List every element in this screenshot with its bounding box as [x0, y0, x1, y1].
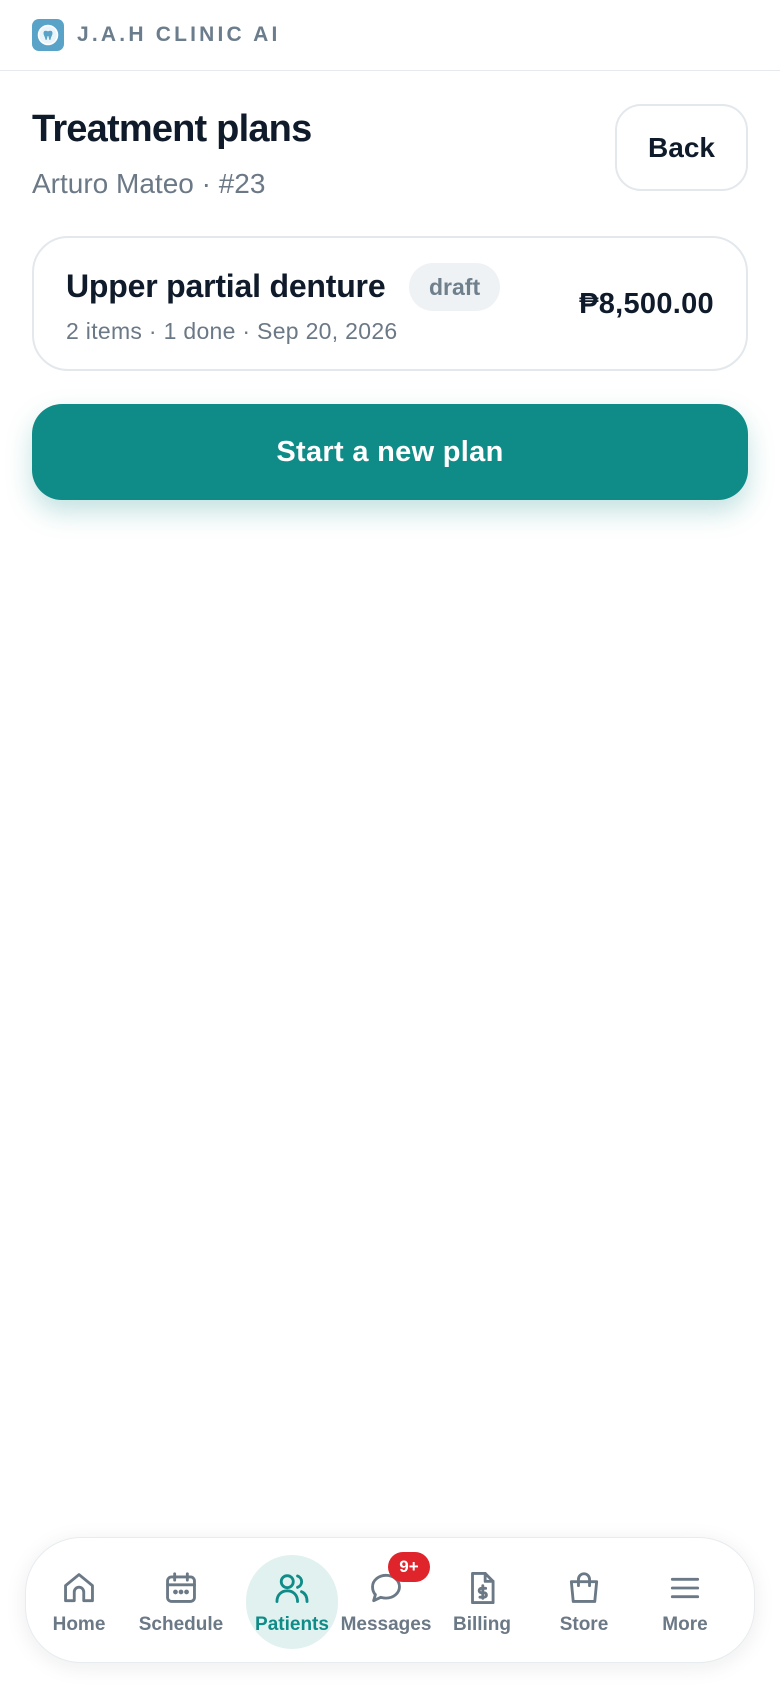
page-title: Treatment plans: [32, 108, 312, 150]
top-bar: J.A.H CLINIC AI: [0, 0, 780, 71]
app-root: J.A.H CLINIC AI Treatment plans Arturo M…: [0, 0, 780, 1688]
bottom-nav: Home Schedule Patients Messages 9+ Billi…: [25, 1537, 755, 1663]
nav-item-store[interactable]: Store: [538, 1555, 630, 1649]
home-icon: [64, 1573, 94, 1603]
users-icon: [275, 1574, 309, 1603]
nav-item-messages[interactable]: Messages 9+: [340, 1552, 432, 1649]
nav-label-messages: Messages: [340, 1614, 432, 1635]
unread-count-badge: 9+: [388, 1552, 430, 1582]
plan-meta: 2 items · 1 done · Sep 20, 2026: [66, 318, 398, 344]
tooth-logo-icon: [32, 19, 64, 51]
nav-label-patients: Patients: [255, 1614, 329, 1635]
nav-item-home[interactable]: Home: [33, 1555, 125, 1649]
plan-status-badge: draft: [409, 263, 501, 311]
brand-name: J.A.H CLINIC AI: [77, 23, 281, 46]
nav-item-billing[interactable]: Billing: [436, 1555, 528, 1649]
nav-item-schedule[interactable]: Schedule: [135, 1555, 227, 1649]
nav-item-more[interactable]: More: [639, 1555, 731, 1649]
back-button[interactable]: Back: [615, 104, 748, 191]
treatment-plan-card[interactable]: Upper partial denture draft 2 items · 1 …: [32, 236, 748, 371]
nav-label-store: Store: [559, 1614, 609, 1635]
start-new-plan-button[interactable]: Start a new plan: [32, 404, 748, 500]
plan-total: ₱8,500.00: [579, 288, 714, 320]
invoice-icon: [471, 1572, 495, 1604]
nav-label-schedule: Schedule: [138, 1614, 224, 1635]
nav-label-home: Home: [52, 1614, 106, 1635]
calendar-icon: [166, 1572, 196, 1603]
shopping-bag-icon: [569, 1572, 599, 1603]
nav-label-more: More: [662, 1614, 708, 1635]
nav-label-billing: Billing: [452, 1614, 512, 1635]
nav-item-patients[interactable]: Patients: [246, 1555, 338, 1649]
patient-subtitle: Arturo Mateo · #23: [32, 168, 266, 199]
plan-name: Upper partial denture: [66, 268, 386, 304]
menu-icon: [670, 1577, 700, 1599]
